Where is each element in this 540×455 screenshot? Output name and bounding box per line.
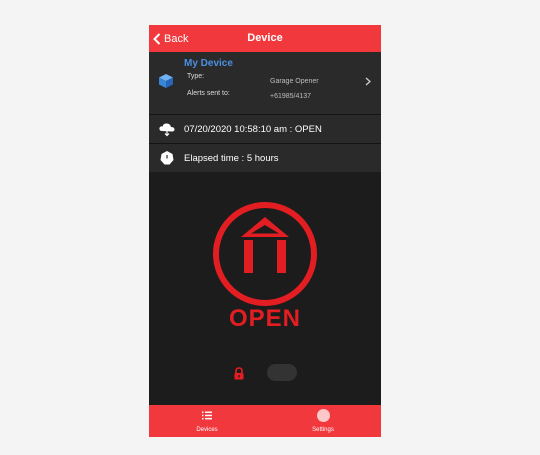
elapsed-row: Elapsed time : 5 hours <box>149 144 381 172</box>
back-label: Back <box>164 32 189 45</box>
tab-devices-label: Devices <box>196 427 218 433</box>
app-screen: Back Device My Device Type: Garage Opene… <box>149 25 381 437</box>
elapsed-text: Elapsed time : 5 hours <box>184 153 279 164</box>
lock-toggle[interactable] <box>267 364 297 381</box>
tab-bar: Devices Settings <box>149 405 381 437</box>
list-icon <box>202 411 212 420</box>
app-header: Back Device <box>149 25 381 52</box>
alerts-label: Alerts sent to: <box>187 90 230 97</box>
garage-open-icon[interactable] <box>211 200 319 308</box>
cube-icon <box>159 74 173 88</box>
type-label: Type: <box>187 73 205 80</box>
chevron-left-icon <box>153 32 161 45</box>
lock-icon <box>234 367 244 380</box>
door-state-label: OPEN <box>228 305 301 332</box>
cloud-icon <box>159 123 175 137</box>
status-row: 07/20/2020 10:58:10 am : OPEN <box>149 115 381 143</box>
timer-icon <box>160 151 174 165</box>
tab-devices[interactable]: Devices <box>149 405 265 437</box>
type-value: Garage Opener <box>270 78 319 85</box>
back-button[interactable]: Back <box>153 25 188 52</box>
device-name: My Device <box>184 58 233 69</box>
status-text: 07/20/2020 10:58:10 am : OPEN <box>184 124 322 135</box>
settings-icon <box>317 409 330 422</box>
alerts-value: +61985/4137 <box>270 93 312 100</box>
chevron-right-icon <box>365 77 371 86</box>
tab-settings[interactable]: Settings <box>265 405 381 437</box>
tab-settings-label: Settings <box>312 427 334 433</box>
